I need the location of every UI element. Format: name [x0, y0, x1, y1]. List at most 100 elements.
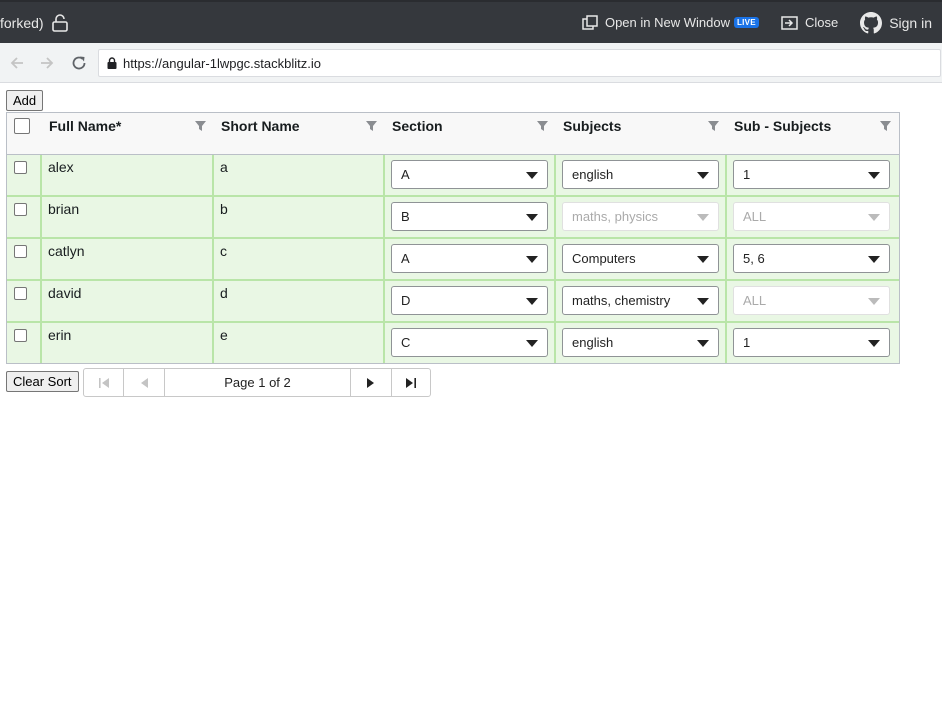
header-subjects[interactable]: Subjects — [556, 113, 727, 155]
sub-subjects-select[interactable]: 1 — [733, 160, 890, 189]
caret-down-icon — [868, 214, 880, 221]
url-bar[interactable]: https://angular-1lwpgc.stackblitz.io — [98, 49, 941, 77]
table-row[interactable]: alex a A english 1 — [7, 155, 899, 197]
short-name-cell[interactable]: e — [214, 323, 385, 363]
sub-subjects-value: 1 — [743, 167, 751, 182]
section-select[interactable]: A — [391, 160, 548, 189]
row-checkbox[interactable] — [14, 287, 27, 300]
github-icon — [860, 11, 883, 33]
forward-arrow-icon[interactable] — [38, 54, 56, 72]
table-row[interactable]: catlyn c A Computers 5, 6 — [7, 239, 899, 281]
grid-header: Full Name* Short Name Section Subjects S… — [7, 113, 899, 155]
caret-down-icon — [697, 172, 709, 179]
section-select[interactable]: B — [391, 202, 548, 231]
subjects-select[interactable]: english — [562, 160, 719, 189]
exit-icon — [781, 15, 798, 30]
caret-down-icon — [697, 214, 709, 221]
next-page-button[interactable] — [351, 369, 392, 396]
section-value: B — [401, 209, 410, 224]
filter-icon[interactable] — [537, 120, 548, 132]
section-cell: A — [385, 155, 556, 195]
last-page-button[interactable] — [392, 369, 430, 396]
section-cell: C — [385, 323, 556, 363]
unlock-icon[interactable] — [52, 14, 68, 35]
lock-icon — [107, 57, 117, 69]
full-name-text: david — [48, 285, 82, 301]
full-name-cell[interactable]: david — [42, 281, 214, 321]
header-section[interactable]: Section — [385, 113, 556, 155]
sub-subjects-select[interactable]: 5, 6 — [733, 244, 890, 273]
header-select-cell — [7, 113, 42, 155]
full-name-text: alex — [48, 159, 74, 175]
full-name-cell[interactable]: brian — [42, 197, 214, 237]
section-select[interactable]: C — [391, 328, 548, 357]
row-checkbox[interactable] — [14, 329, 27, 342]
filter-icon[interactable] — [195, 120, 206, 132]
short-name-cell[interactable]: c — [214, 239, 385, 279]
full-name-cell[interactable]: alex — [42, 155, 214, 195]
subjects-cell: english — [556, 323, 727, 363]
select-all-checkbox[interactable] — [14, 118, 30, 134]
select-cell — [7, 197, 42, 237]
first-page-button[interactable] — [84, 369, 124, 396]
section-value: C — [401, 335, 411, 350]
select-cell — [7, 239, 42, 279]
new-window-icon — [582, 14, 598, 30]
filter-icon[interactable] — [366, 120, 377, 132]
reload-icon[interactable] — [70, 54, 88, 72]
subjects-value: english — [572, 335, 614, 350]
short-name-cell[interactable]: b — [214, 197, 385, 237]
short-name-cell[interactable]: a — [214, 155, 385, 195]
full-name-cell[interactable]: erin — [42, 323, 214, 363]
prev-page-button[interactable] — [124, 369, 165, 396]
filter-icon[interactable] — [880, 120, 891, 132]
live-badge: LIVE — [733, 17, 759, 28]
full-name-cell[interactable]: catlyn — [42, 239, 214, 279]
close-button[interactable]: Close — [781, 15, 838, 30]
header-full-name[interactable]: Full Name* — [42, 113, 214, 155]
row-checkbox[interactable] — [14, 245, 27, 258]
subjects-select[interactable]: Computers — [562, 244, 719, 273]
subjects-select[interactable]: maths, chemistry — [562, 286, 719, 315]
section-select[interactable]: D — [391, 286, 548, 315]
table-row[interactable]: brian b B maths, physics ALL — [7, 197, 899, 239]
clear-sort-button[interactable]: Clear Sort — [6, 371, 79, 392]
section-value: A — [401, 251, 410, 266]
short-name-cell[interactable]: d — [214, 281, 385, 321]
caret-down-icon — [526, 214, 538, 221]
table-row[interactable]: david d D maths, chemistry ALL — [7, 281, 899, 323]
data-grid: Full Name* Short Name Section Subjects S… — [6, 112, 900, 364]
sign-in-button[interactable]: Sign in — [860, 11, 932, 34]
row-checkbox[interactable] — [14, 161, 27, 174]
caret-down-icon — [868, 172, 880, 179]
full-name-text: catlyn — [48, 243, 85, 259]
subjects-cell: maths, chemistry — [556, 281, 727, 321]
header-short-name[interactable]: Short Name — [214, 113, 385, 155]
table-row[interactable]: erin e C english 1 — [7, 323, 899, 363]
caret-down-icon — [526, 172, 538, 179]
sub-subjects-select[interactable]: 1 — [733, 328, 890, 357]
next-page-icon — [367, 377, 374, 388]
row-checkbox[interactable] — [14, 203, 27, 216]
subjects-value: Computers — [572, 251, 636, 266]
sub-subjects-value: 5, 6 — [743, 251, 765, 266]
back-arrow-icon[interactable] — [8, 54, 26, 72]
caret-down-icon — [697, 256, 709, 263]
filter-icon[interactable] — [708, 120, 719, 132]
subjects-select[interactable]: english — [562, 328, 719, 357]
section-value: D — [401, 293, 411, 308]
last-page-icon — [406, 377, 416, 388]
open-new-window-button[interactable]: Open in New Window LIVE — [582, 14, 759, 31]
caret-down-icon — [526, 298, 538, 305]
add-button[interactable]: Add — [6, 90, 44, 111]
first-page-icon — [98, 377, 109, 388]
sub-subjects-select: ALL — [733, 202, 890, 231]
section-value: A — [401, 167, 410, 182]
header-sub-subjects[interactable]: Sub - Subjects — [727, 113, 899, 155]
full-name-text: erin — [48, 327, 72, 343]
section-cell: A — [385, 239, 556, 279]
project-title[interactable]: forked) — [0, 15, 44, 31]
prev-page-icon — [141, 377, 148, 388]
pagination: Page 1 of 2 — [83, 368, 431, 397]
section-select[interactable]: A — [391, 244, 548, 273]
